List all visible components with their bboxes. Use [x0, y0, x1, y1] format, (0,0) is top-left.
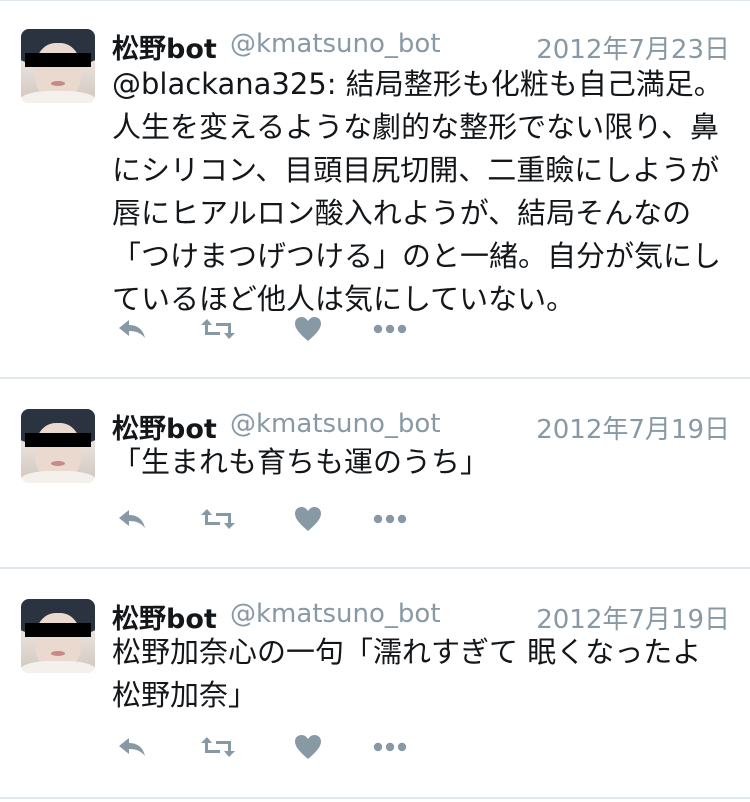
retweet-button[interactable]: [198, 731, 238, 763]
more-button[interactable]: [370, 503, 410, 535]
tweet-text: 松野加奈心の一句「濡れすぎて 眠くなったよ 松野加奈」: [112, 635, 711, 712]
tweet-header: 松野bot @kmatsuno_bot 2012年7月19日: [112, 595, 730, 635]
more-button[interactable]: [370, 313, 410, 345]
heart-icon: [295, 317, 321, 341]
tweet-header: 松野bot @kmatsuno_bot 2012年7月19日: [112, 405, 730, 445]
avatar[interactable]: [21, 599, 95, 673]
avatar[interactable]: [21, 29, 95, 103]
reply-icon: [119, 320, 145, 338]
tweet[interactable]: 松野bot @kmatsuno_bot 2012年7月19日 松野加奈心の一句「…: [0, 569, 750, 799]
avatar[interactable]: [21, 409, 95, 483]
retweet-icon: [201, 737, 235, 757]
reply-icon: [119, 510, 145, 528]
tweet[interactable]: 松野bot @kmatsuno_bot 2012年7月23日 @blackana…: [0, 1, 750, 379]
timeline: 松野bot @kmatsuno_bot 2012年7月23日 @blackana…: [0, 0, 750, 799]
reply-icon: [119, 738, 145, 756]
tweet-actions: [112, 313, 432, 345]
username[interactable]: @kmatsuno_bot: [230, 599, 441, 629]
retweet-button[interactable]: [198, 313, 238, 345]
tweet-text: @blackana325: 結局整形も化粧も自己満足。人生を変えるような劇的な整…: [112, 67, 723, 316]
more-icon: [373, 742, 407, 752]
heart-icon: [295, 735, 321, 759]
heart-icon: [295, 507, 321, 531]
retweet-icon: [201, 319, 235, 339]
tweet-text: 「生まれも育ちも運のうち」: [112, 445, 490, 479]
more-button[interactable]: [370, 731, 410, 763]
username[interactable]: @kmatsuno_bot: [230, 409, 441, 439]
tweet[interactable]: 松野bot @kmatsuno_bot 2012年7月19日 「生まれも育ちも運…: [0, 379, 750, 569]
tweet-actions: [112, 731, 432, 763]
more-icon: [373, 514, 407, 524]
like-button[interactable]: [288, 313, 328, 345]
like-button[interactable]: [288, 503, 328, 535]
retweet-button[interactable]: [198, 503, 238, 535]
display-name[interactable]: 松野bot: [112, 27, 217, 66]
reply-button[interactable]: [112, 503, 152, 535]
like-button[interactable]: [288, 731, 328, 763]
more-icon: [373, 324, 407, 334]
retweet-icon: [201, 509, 235, 529]
timestamp[interactable]: 2012年7月23日: [536, 29, 730, 66]
tweet-header: 松野bot @kmatsuno_bot 2012年7月23日: [112, 25, 730, 65]
reply-button[interactable]: [112, 731, 152, 763]
reply-button[interactable]: [112, 313, 152, 345]
username[interactable]: @kmatsuno_bot: [230, 29, 441, 59]
tweet-actions: [112, 503, 432, 535]
